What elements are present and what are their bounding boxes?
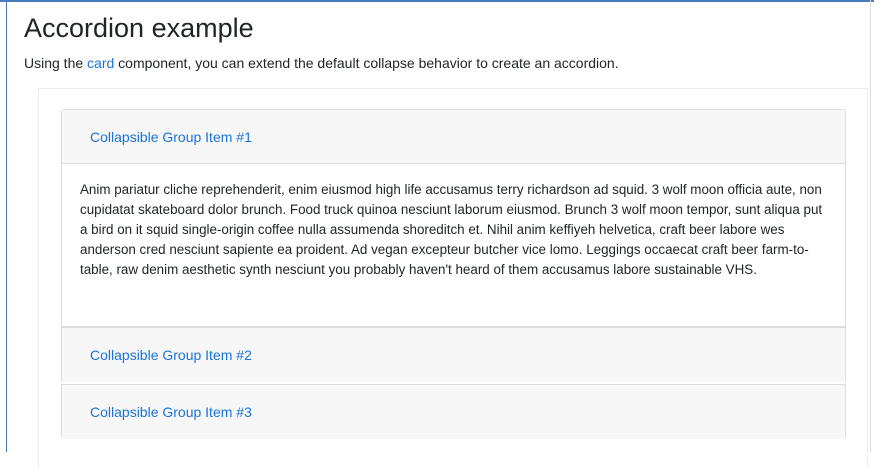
accordion-item-1: Collapsible Group Item #1 Anim pariatur … bbox=[61, 109, 846, 327]
card-doc-link[interactable]: card bbox=[87, 55, 114, 71]
accordion-header-2[interactable]: Collapsible Group Item #2 bbox=[62, 328, 845, 382]
accordion-header-3[interactable]: Collapsible Group Item #3 bbox=[62, 385, 845, 439]
accordion-toggle-3[interactable]: Collapsible Group Item #3 bbox=[90, 404, 252, 420]
accordion-toggle-2[interactable]: Collapsible Group Item #2 bbox=[90, 347, 252, 363]
window-frame-left bbox=[6, 0, 7, 452]
accordion-item-2: Collapsible Group Item #2 bbox=[61, 327, 846, 382]
intro-text: Using the card component, you can extend… bbox=[24, 53, 619, 73]
accordion-body-1: Anim pariatur cliche reprehenderit, enim… bbox=[62, 164, 845, 326]
accordion-header-1[interactable]: Collapsible Group Item #1 bbox=[62, 110, 845, 164]
intro-text-before: Using the bbox=[24, 55, 88, 71]
page-title: Accordion example bbox=[24, 13, 254, 43]
intro-text-after: component, you can extend the default co… bbox=[114, 55, 619, 71]
accordion-item-3: Collapsible Group Item #3 bbox=[61, 384, 846, 439]
window-frame-top bbox=[0, 0, 874, 2]
window-frame-right bbox=[870, 0, 871, 452]
accordion-toggle-1[interactable]: Collapsible Group Item #1 bbox=[90, 129, 252, 145]
